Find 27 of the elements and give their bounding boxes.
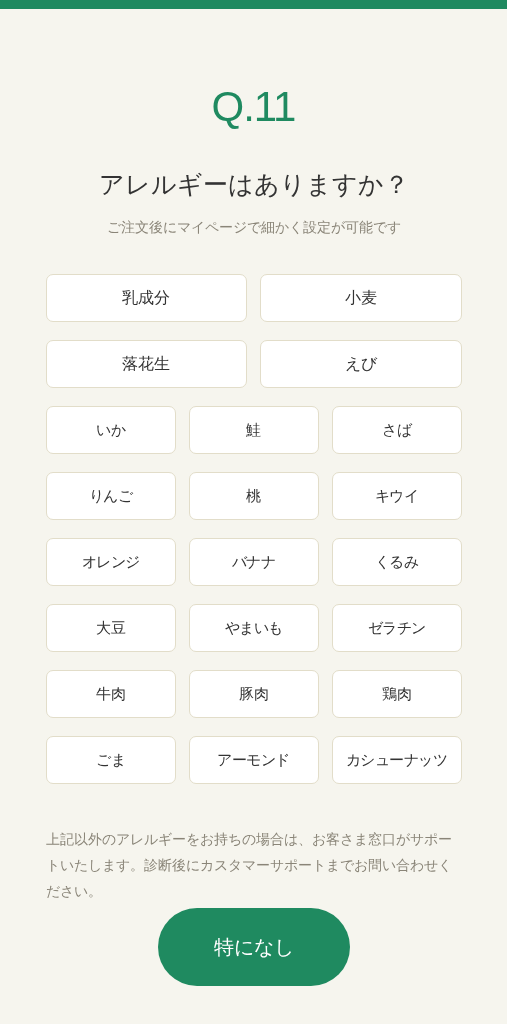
allergy-option[interactable]: 乳成分 xyxy=(45,274,247,322)
allergy-option[interactable]: さば xyxy=(331,406,462,454)
allergy-option[interactable]: キウイ xyxy=(331,472,462,520)
allergy-option[interactable]: りんご xyxy=(45,472,176,520)
allergy-option[interactable]: 牛肉 xyxy=(45,670,176,718)
question-number: Q.11 xyxy=(211,83,296,131)
allergy-option[interactable]: 落花生 xyxy=(45,340,247,388)
question-title: アレルギーはありますか？ xyxy=(98,169,409,201)
allergy-option[interactable]: えび xyxy=(260,340,462,388)
allergy-option[interactable]: いか xyxy=(45,406,176,454)
allergy-option[interactable]: 豚肉 xyxy=(188,670,319,718)
allergy-option[interactable]: オレンジ xyxy=(45,538,176,586)
note-text: 上記以外のアレルギーをお持ちの場合は、お客さま窓口がサポートいたします。診断後にカスタマーサポートまでお問い合わせください。 xyxy=(45,830,453,901)
allergy-option[interactable]: 鮭 xyxy=(188,406,319,454)
subtitle: ご注文後にマイページで細かく設定が可能です xyxy=(106,218,401,237)
allergy-option[interactable]: ゼラチン xyxy=(331,604,462,652)
none-button[interactable]: 特になし xyxy=(157,908,350,986)
allergy-option[interactable]: ごま xyxy=(45,736,176,784)
allergy-option[interactable]: 小麦 xyxy=(260,274,462,322)
allergy-option[interactable]: 大豆 xyxy=(45,604,176,652)
allergy-option[interactable]: くるみ xyxy=(331,538,462,586)
allergy-option[interactable]: 鶏肉 xyxy=(331,670,462,718)
allergy-option[interactable]: アーモンド xyxy=(188,736,319,784)
allergy-option[interactable]: やまいも xyxy=(188,604,319,652)
allergy-option[interactable]: バナナ xyxy=(188,538,319,586)
allergy-option[interactable]: カシューナッツ xyxy=(331,736,462,784)
allergy-option[interactable]: 桃 xyxy=(188,472,319,520)
